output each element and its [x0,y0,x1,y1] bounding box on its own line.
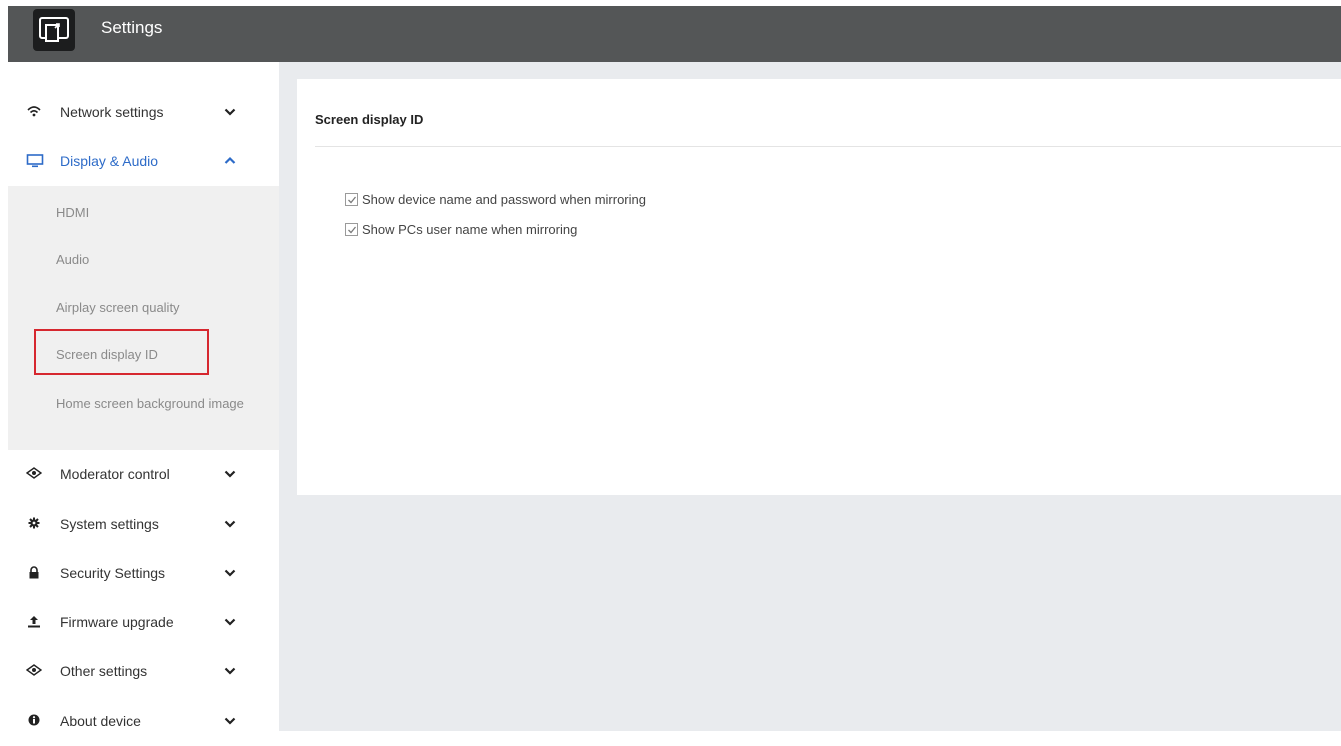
sidebar-item-about-device[interactable]: About device [8,698,279,746]
lock-icon [26,566,42,582]
checkbox[interactable] [345,193,358,206]
chevron-down-icon [224,663,238,679]
chevron-down-icon [224,565,238,581]
submenu-item-airplay-screen-quality[interactable]: Airplay screen quality [8,295,279,321]
eye-icon [25,664,43,680]
chevron-down-icon [224,614,238,630]
sidebar-item-label: About device [60,713,141,729]
wifi-icon [26,105,42,121]
chevron-down-icon [224,466,238,482]
sidebar-item-label: Moderator control [60,466,170,482]
sidebar-item-label: Other settings [60,663,148,679]
main-content: Screen display ID Show device name and p… [279,62,1341,731]
info-icon [26,714,42,730]
submenu-item-label: HDMI [56,205,90,220]
sidebar-item-security-settings[interactable]: Security Settings [8,550,279,598]
settings-panel: Screen display ID Show device name and p… [297,79,1341,495]
sidebar: Network settings Display & Audio HDMI Au… [8,62,279,731]
submenu-item-label: Airplay screen quality [56,300,180,315]
sidebar-item-network-settings[interactable]: Network settings [8,89,279,137]
chevron-up-icon [224,153,238,169]
sidebar-item-system-settings[interactable]: System settings [8,501,279,549]
sidebar-item-other-settings[interactable]: Other settings [8,648,279,696]
sidebar-item-label: Firmware upgrade [60,614,174,630]
option-label: Show PCs user name when mirroring [362,222,578,237]
top-bar: Settings [8,6,1341,62]
upload-icon [26,615,42,631]
checkbox[interactable] [345,223,358,236]
divider [315,146,1341,147]
sidebar-item-display-audio[interactable]: Display & Audio [8,138,279,186]
submenu-item-home-screen-background[interactable]: Home screen background image [8,392,279,438]
option-show-pc-user-name[interactable]: Show PCs user name when mirroring [345,221,685,239]
chevron-down-icon [224,104,238,120]
sidebar-item-label: Display & Audio [60,153,159,169]
sidebar-item-label: System settings [60,516,159,532]
sidebar-item-label: Security Settings [60,565,166,581]
submenu-item-hdmi[interactable]: HDMI [8,200,279,226]
eye-icon [25,467,43,483]
chevron-down-icon [224,713,238,729]
page-title: Screen display ID [315,112,424,127]
sidebar-item-moderator-control[interactable]: Moderator control [8,451,279,499]
gear-icon [26,517,42,533]
selection-highlight [34,329,209,375]
submenu-item-audio[interactable]: Audio [8,247,279,273]
chevron-down-icon [224,516,238,532]
submenu-item-label: Audio [56,252,90,267]
option-label: Show device name and password when mirro… [362,192,646,207]
screen-mirror-icon[interactable] [33,9,75,51]
display-audio-submenu: HDMI Audio Airplay screen quality Screen… [8,186,279,450]
app-title: Settings [101,18,163,37]
option-show-device-name[interactable]: Show device name and password when mirro… [345,191,765,209]
sidebar-item-label: Network settings [60,104,164,120]
submenu-item-label: Home screen background image [56,396,244,411]
monitor-icon [26,154,44,170]
sidebar-item-firmware-upgrade[interactable]: Firmware upgrade [8,599,279,647]
